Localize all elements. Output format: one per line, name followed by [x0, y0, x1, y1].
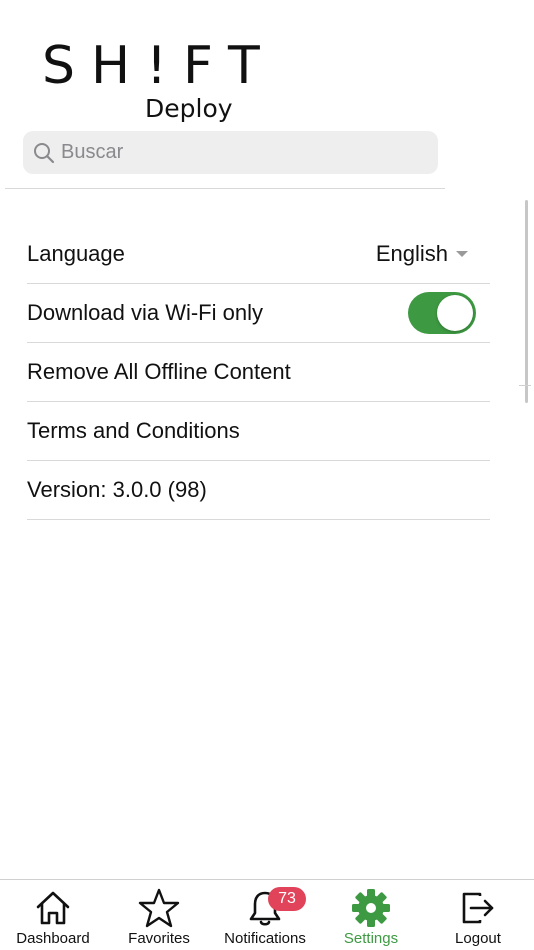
language-dropdown[interactable]: English [376, 241, 468, 267]
wifi-only-toggle[interactable] [408, 292, 476, 334]
version-row: Version: 3.0.0 (98) [27, 461, 490, 520]
notification-count-badge: 73 [268, 887, 306, 911]
tab-notifications[interactable]: 73 Notifications [212, 880, 318, 950]
wifi-only-label: Download via Wi-Fi only [27, 300, 263, 325]
logo-subtitle: Deploy [145, 94, 233, 123]
tab-settings[interactable]: Settings [318, 880, 424, 950]
tab-bar: Dashboard Favorites 73 Notifications Set… [0, 879, 534, 950]
language-value: English [375, 241, 448, 266]
tab-logout[interactable]: Logout [425, 880, 531, 950]
settings-list: Language English Download via Wi-Fi only… [27, 225, 490, 520]
tab-label: Logout [455, 930, 501, 947]
remove-offline-row[interactable]: Remove All Offline Content [27, 343, 490, 402]
scroll-divider [519, 385, 531, 386]
star-icon [138, 887, 180, 929]
tab-favorites[interactable]: Favorites [106, 880, 212, 950]
tab-dashboard[interactable]: Dashboard [0, 880, 106, 950]
tab-label: Notifications [224, 930, 306, 947]
scrollbar[interactable] [525, 200, 528, 403]
remove-offline-label: Remove All Offline Content [27, 359, 291, 384]
gear-icon [350, 887, 392, 929]
tab-label: Dashboard [16, 930, 90, 947]
app-logo: SH!FT Deploy [42, 40, 260, 124]
home-icon [33, 887, 73, 929]
terms-label: Terms and Conditions [27, 418, 240, 443]
header-divider [5, 188, 445, 189]
terms-row[interactable]: Terms and Conditions [27, 402, 490, 461]
search-bar[interactable] [23, 131, 438, 174]
toggle-knob [437, 295, 473, 331]
wifi-only-row: Download via Wi-Fi only [27, 284, 490, 343]
language-row[interactable]: Language English [27, 225, 490, 284]
search-input[interactable] [59, 140, 403, 165]
version-label: Version: 3.0.0 (98) [27, 477, 207, 502]
logout-icon [458, 887, 498, 929]
tab-label: Favorites [128, 930, 190, 947]
dropdown-caret-icon [456, 251, 468, 257]
tab-label: Settings [343, 930, 399, 947]
logo-wordmark: SH!FT [42, 36, 276, 96]
search-icon [31, 140, 57, 166]
language-label: Language [27, 241, 125, 266]
